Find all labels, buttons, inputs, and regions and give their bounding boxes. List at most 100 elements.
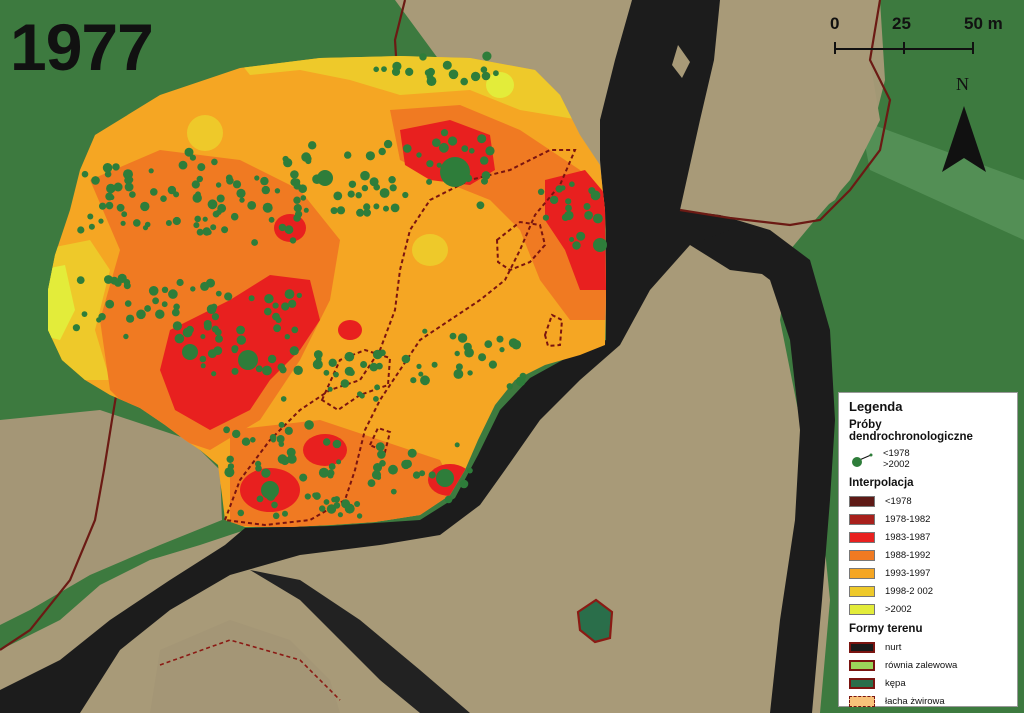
- sample-point: [449, 332, 457, 340]
- sample-point: [178, 160, 188, 170]
- sample-point: [373, 183, 381, 191]
- sample-point: [123, 282, 131, 290]
- legend-interpolation-item: <1978: [849, 492, 1007, 510]
- sample-point: [419, 53, 427, 61]
- sample-point: [223, 426, 231, 434]
- sample-point: [477, 134, 487, 144]
- sample-point: [327, 386, 333, 392]
- sample-point: [431, 361, 438, 368]
- sample-point: [196, 175, 203, 183]
- sample-point: [448, 69, 459, 80]
- sample-point: [444, 495, 453, 504]
- sample-point: [301, 152, 311, 162]
- sample-point: [109, 194, 115, 200]
- sample-point: [232, 180, 242, 189]
- sample-point: [383, 139, 393, 149]
- sample-point: [282, 510, 288, 517]
- sample-point: [264, 307, 272, 316]
- scale-tick: [834, 42, 836, 54]
- sample-point: [428, 471, 436, 479]
- sample-point: [216, 194, 225, 203]
- sample-point: [323, 499, 330, 505]
- sample-point: [482, 51, 492, 61]
- sample-point-large: [440, 157, 470, 187]
- sample-point: [230, 212, 239, 221]
- sample-point: [282, 155, 289, 163]
- sample-point: [120, 220, 126, 226]
- sample-point: [499, 347, 505, 353]
- sample-point: [401, 354, 411, 364]
- sample-point: [448, 136, 458, 146]
- sample-point: [361, 184, 369, 192]
- sample-point: [268, 216, 275, 223]
- sample-point: [277, 363, 286, 371]
- sample-point: [390, 488, 397, 495]
- sample-point: [300, 195, 307, 201]
- sample-point: [461, 145, 469, 153]
- sample-point: [376, 475, 382, 480]
- sample-point: [537, 188, 545, 195]
- sample-point: [291, 326, 299, 334]
- sample-point: [225, 174, 233, 182]
- sample-label-max: >2002: [883, 459, 910, 470]
- sample-point: [293, 196, 301, 204]
- sample-point: [327, 472, 334, 479]
- sample-point-large: [182, 344, 198, 360]
- sample-point: [367, 479, 376, 487]
- sample-point: [236, 325, 246, 335]
- sample-point: [124, 300, 132, 307]
- sample-point: [348, 180, 357, 188]
- sample-point-large: [238, 350, 258, 370]
- sample-point: [467, 467, 473, 474]
- sample-point: [280, 456, 290, 466]
- sample-point: [344, 366, 354, 376]
- sample-point: [426, 76, 437, 86]
- sample-point: [184, 147, 194, 157]
- legend-samples-heading: Próby dendrochronologiczne: [849, 419, 973, 443]
- sample-point-large: [261, 481, 279, 499]
- sample-point: [308, 141, 317, 150]
- sample-point: [590, 190, 601, 201]
- legend-interpolation-list: <1978 1978-1982 1983-1987 1988-1992 1993-199…: [849, 492, 1007, 618]
- sample-point: [262, 202, 273, 213]
- sample-point: [330, 207, 338, 215]
- legend-swatch: [849, 585, 875, 597]
- legend-interpolation-label: 1998-2 002: [885, 585, 934, 597]
- sample-point: [363, 208, 371, 217]
- sample-point: [355, 192, 362, 199]
- legend-interpolation-heading: Interpolacja: [849, 477, 914, 489]
- sample-point: [124, 182, 134, 192]
- sample-point: [161, 301, 168, 308]
- sample-point: [378, 147, 386, 156]
- sample-point: [217, 203, 227, 213]
- sample-point: [91, 176, 100, 185]
- legend-swatch: [849, 603, 875, 615]
- sample-point: [442, 60, 452, 70]
- sample-point: [420, 375, 430, 386]
- sample-point: [284, 289, 295, 299]
- sample-point: [160, 195, 167, 202]
- sample-point: [241, 437, 251, 446]
- legend-swatch: [849, 531, 875, 543]
- sample-point: [357, 391, 363, 397]
- sample-point: [281, 302, 290, 311]
- year-label: 1977: [10, 10, 154, 84]
- sample-point: [405, 67, 414, 76]
- legend-landform-label: kępa: [885, 677, 906, 689]
- sample-point: [439, 142, 449, 153]
- sample-point: [542, 214, 550, 221]
- sample-point: [440, 129, 449, 137]
- sample-point: [332, 439, 342, 449]
- sample-point: [207, 199, 218, 210]
- north-label: N: [956, 74, 969, 94]
- sample-point: [426, 160, 434, 168]
- sample-point: [248, 295, 255, 302]
- sample-point: [333, 496, 340, 503]
- sample-point: [296, 292, 302, 299]
- sample-point: [152, 297, 160, 305]
- sample-point: [323, 369, 330, 376]
- sample-point: [211, 313, 219, 321]
- sample-point: [127, 176, 134, 183]
- sample-point: [515, 376, 526, 387]
- sample-point: [565, 198, 572, 205]
